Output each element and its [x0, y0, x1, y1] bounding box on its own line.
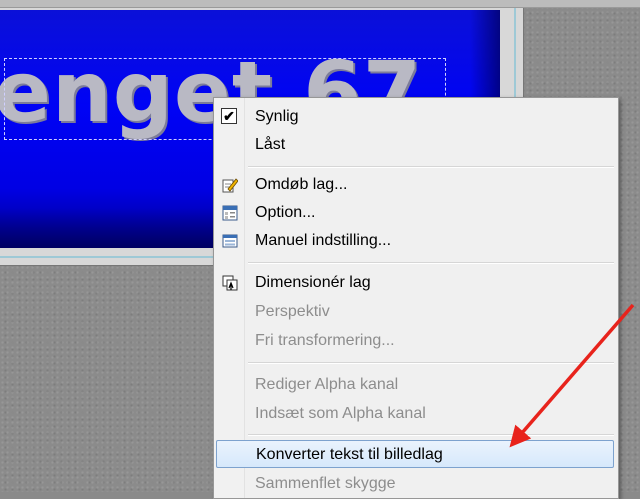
annotation-arrow: [509, 303, 635, 448]
